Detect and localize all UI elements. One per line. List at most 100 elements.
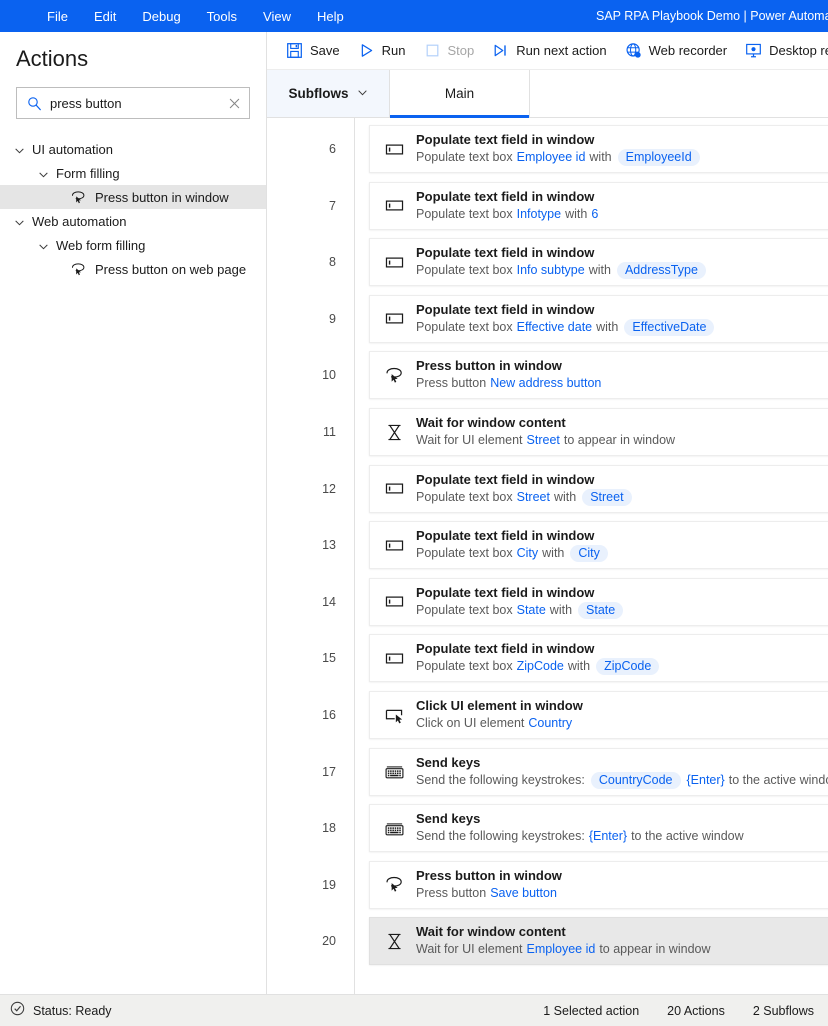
chevron-down-icon[interactable] xyxy=(14,216,25,227)
ui-element-link[interactable]: ZipCode xyxy=(517,658,564,675)
chevron-down-icon[interactable] xyxy=(38,240,49,251)
action-card[interactable]: Populate text field in window Populate te… xyxy=(369,238,828,287)
toolbar-button-label: Web recorder xyxy=(648,43,728,58)
ui-element-link[interactable]: 6 xyxy=(591,206,598,223)
action-row-number: 7 xyxy=(329,198,336,213)
textbox-icon xyxy=(384,139,405,160)
action-card[interactable]: Wait for window content Wait for UI eleme… xyxy=(369,917,828,966)
action-card[interactable]: Send keys Send the following keystrokes: {… xyxy=(369,804,828,853)
tree-node-label: Press button in window xyxy=(95,189,229,205)
variable-pill[interactable]: City xyxy=(570,545,608,563)
ui-element-link[interactable]: {Enter} xyxy=(589,828,627,845)
action-row-number: 6 xyxy=(329,142,336,156)
action-title: Press button in window xyxy=(416,358,562,374)
action-card[interactable]: Populate text field in window Populate te… xyxy=(369,577,828,626)
action-card[interactable]: Send keys Send the following keystrokes: C… xyxy=(369,747,828,796)
desktop-recorder-button[interactable]: Desktop recorder xyxy=(736,36,828,66)
description-text: with xyxy=(549,602,573,617)
description-text: Wait for UI element xyxy=(416,433,523,447)
action-card[interactable]: Populate text field in window Populate te… xyxy=(369,464,828,513)
tab-main[interactable]: Main xyxy=(390,70,530,118)
action-description: Wait for UI element Employee id to appear … xyxy=(416,941,711,958)
action-card[interactable]: Press button in window Press button New ad… xyxy=(369,351,828,400)
menu-item-file[interactable]: File xyxy=(34,4,81,29)
tree-group-web-form-filling[interactable]: Web form filling xyxy=(0,233,266,257)
actions-tree: UI automation Form filling Press button in… xyxy=(0,137,266,994)
action-description: Send the following keystrokes: {Enter} to … xyxy=(416,828,744,845)
action-card[interactable]: Populate text field in window Populate te… xyxy=(369,181,828,230)
action-title: Wait for window content xyxy=(416,924,566,940)
ui-element-link[interactable]: Save button xyxy=(490,885,557,902)
action-description: Populate text box Effective date with Effec… xyxy=(416,318,716,336)
tree-action-press-button-in-window[interactable]: Press button in window xyxy=(0,185,266,209)
variable-pill[interactable]: EmployeeId xyxy=(617,149,700,166)
menu-item-debug[interactable]: Debug xyxy=(129,4,193,29)
run-next-action-button[interactable]: Run next action xyxy=(483,36,615,66)
run-button[interactable]: Run xyxy=(349,36,415,66)
variable-pill[interactable]: EffectiveDate xyxy=(624,318,715,336)
description-text: to the active window xyxy=(631,829,744,844)
ui-element-link[interactable]: Street xyxy=(517,489,550,506)
ui-element-link[interactable]: City xyxy=(517,545,539,562)
run-next-action-icon xyxy=(492,42,509,59)
variable-pill[interactable]: Street xyxy=(582,488,632,506)
menu-item-tools[interactable]: Tools xyxy=(194,4,250,29)
chevron-down-icon[interactable] xyxy=(38,168,49,179)
menu-item-view[interactable]: View xyxy=(250,4,304,29)
press-button-icon xyxy=(70,261,87,278)
search-input[interactable] xyxy=(50,95,220,111)
tree-node-label: UI automation xyxy=(32,141,113,157)
subflows-dropdown[interactable]: Subflows xyxy=(267,70,390,117)
variable-pill[interactable]: CountryCode xyxy=(590,771,681,789)
stop-icon xyxy=(424,42,441,59)
close-icon[interactable] xyxy=(228,97,241,110)
ui-element-link[interactable]: Street xyxy=(527,432,560,449)
action-card[interactable]: Populate text field in window Populate te… xyxy=(369,294,828,343)
variable-pill[interactable]: State xyxy=(578,601,624,619)
action-card[interactable]: Populate text field in window Populate te… xyxy=(369,634,828,683)
app-title: SAP RPA Playbook Demo | Power Automate D xyxy=(596,9,828,23)
action-count: 20 Actions xyxy=(667,1003,725,1018)
action-description: Populate text box ZipCode with ZipCode xyxy=(416,658,661,676)
tree-group-form-filling[interactable]: Form filling xyxy=(0,161,266,185)
variable-pill[interactable]: ZipCode xyxy=(596,658,660,676)
action-card[interactable]: Populate text field in window Populate te… xyxy=(369,125,828,173)
tree-group-ui-automation[interactable]: UI automation xyxy=(0,137,266,161)
ui-element-link[interactable]: Infotype xyxy=(517,206,561,223)
ui-element-link[interactable]: Info subtype xyxy=(517,262,585,279)
ui-element-link[interactable]: State xyxy=(517,602,546,619)
action-description: Populate text box Street with Street xyxy=(416,488,634,506)
action-card[interactable]: Wait for window content Wait for UI eleme… xyxy=(369,408,828,456)
ui-element-link[interactable]: Country xyxy=(528,715,572,732)
textbox-icon xyxy=(384,308,405,329)
tree-action-press-button-on-web-page[interactable]: Press button on web page xyxy=(0,257,266,281)
ui-element-link[interactable]: Employee id xyxy=(527,941,596,958)
action-description: Click on UI element Country xyxy=(416,715,583,732)
action-card[interactable]: Press button in window Press button Save b… xyxy=(369,860,828,909)
action-card[interactable]: Populate text field in window Populate te… xyxy=(369,521,828,570)
description-text: to appear in window xyxy=(563,433,676,447)
ui-element-link[interactable]: Effective date xyxy=(517,319,593,336)
menu-item-edit[interactable]: Edit xyxy=(81,4,129,29)
search-box[interactable] xyxy=(16,87,250,119)
description-text: with xyxy=(567,659,591,674)
action-title: Populate text field in window xyxy=(416,245,595,261)
action-card[interactable]: Click UI element in window Click on UI el… xyxy=(369,691,828,739)
save-button[interactable]: Save xyxy=(277,36,349,66)
ui-element-link[interactable]: Employee id xyxy=(517,149,586,166)
action-title: Populate text field in window xyxy=(416,188,595,204)
action-title: Click UI element in window xyxy=(416,698,583,713)
web-recorder-button[interactable]: Web recorder xyxy=(616,36,737,66)
action-row-number: 17 xyxy=(322,764,336,779)
action-row-number: 20 xyxy=(322,934,336,949)
search-icon xyxy=(27,96,42,111)
variable-pill[interactable]: AddressType xyxy=(616,262,706,280)
tree-group-web-automation[interactable]: Web automation xyxy=(0,209,266,233)
chevron-down-icon[interactable] xyxy=(14,144,25,155)
description-text: Populate text box xyxy=(416,489,513,504)
menu-item-help[interactable]: Help xyxy=(304,4,357,29)
description-text: Wait for UI element xyxy=(416,942,523,957)
description-text: Populate text box xyxy=(416,602,513,617)
ui-element-link[interactable]: {Enter} xyxy=(687,772,725,789)
ui-element-link[interactable]: New address button xyxy=(490,375,601,392)
